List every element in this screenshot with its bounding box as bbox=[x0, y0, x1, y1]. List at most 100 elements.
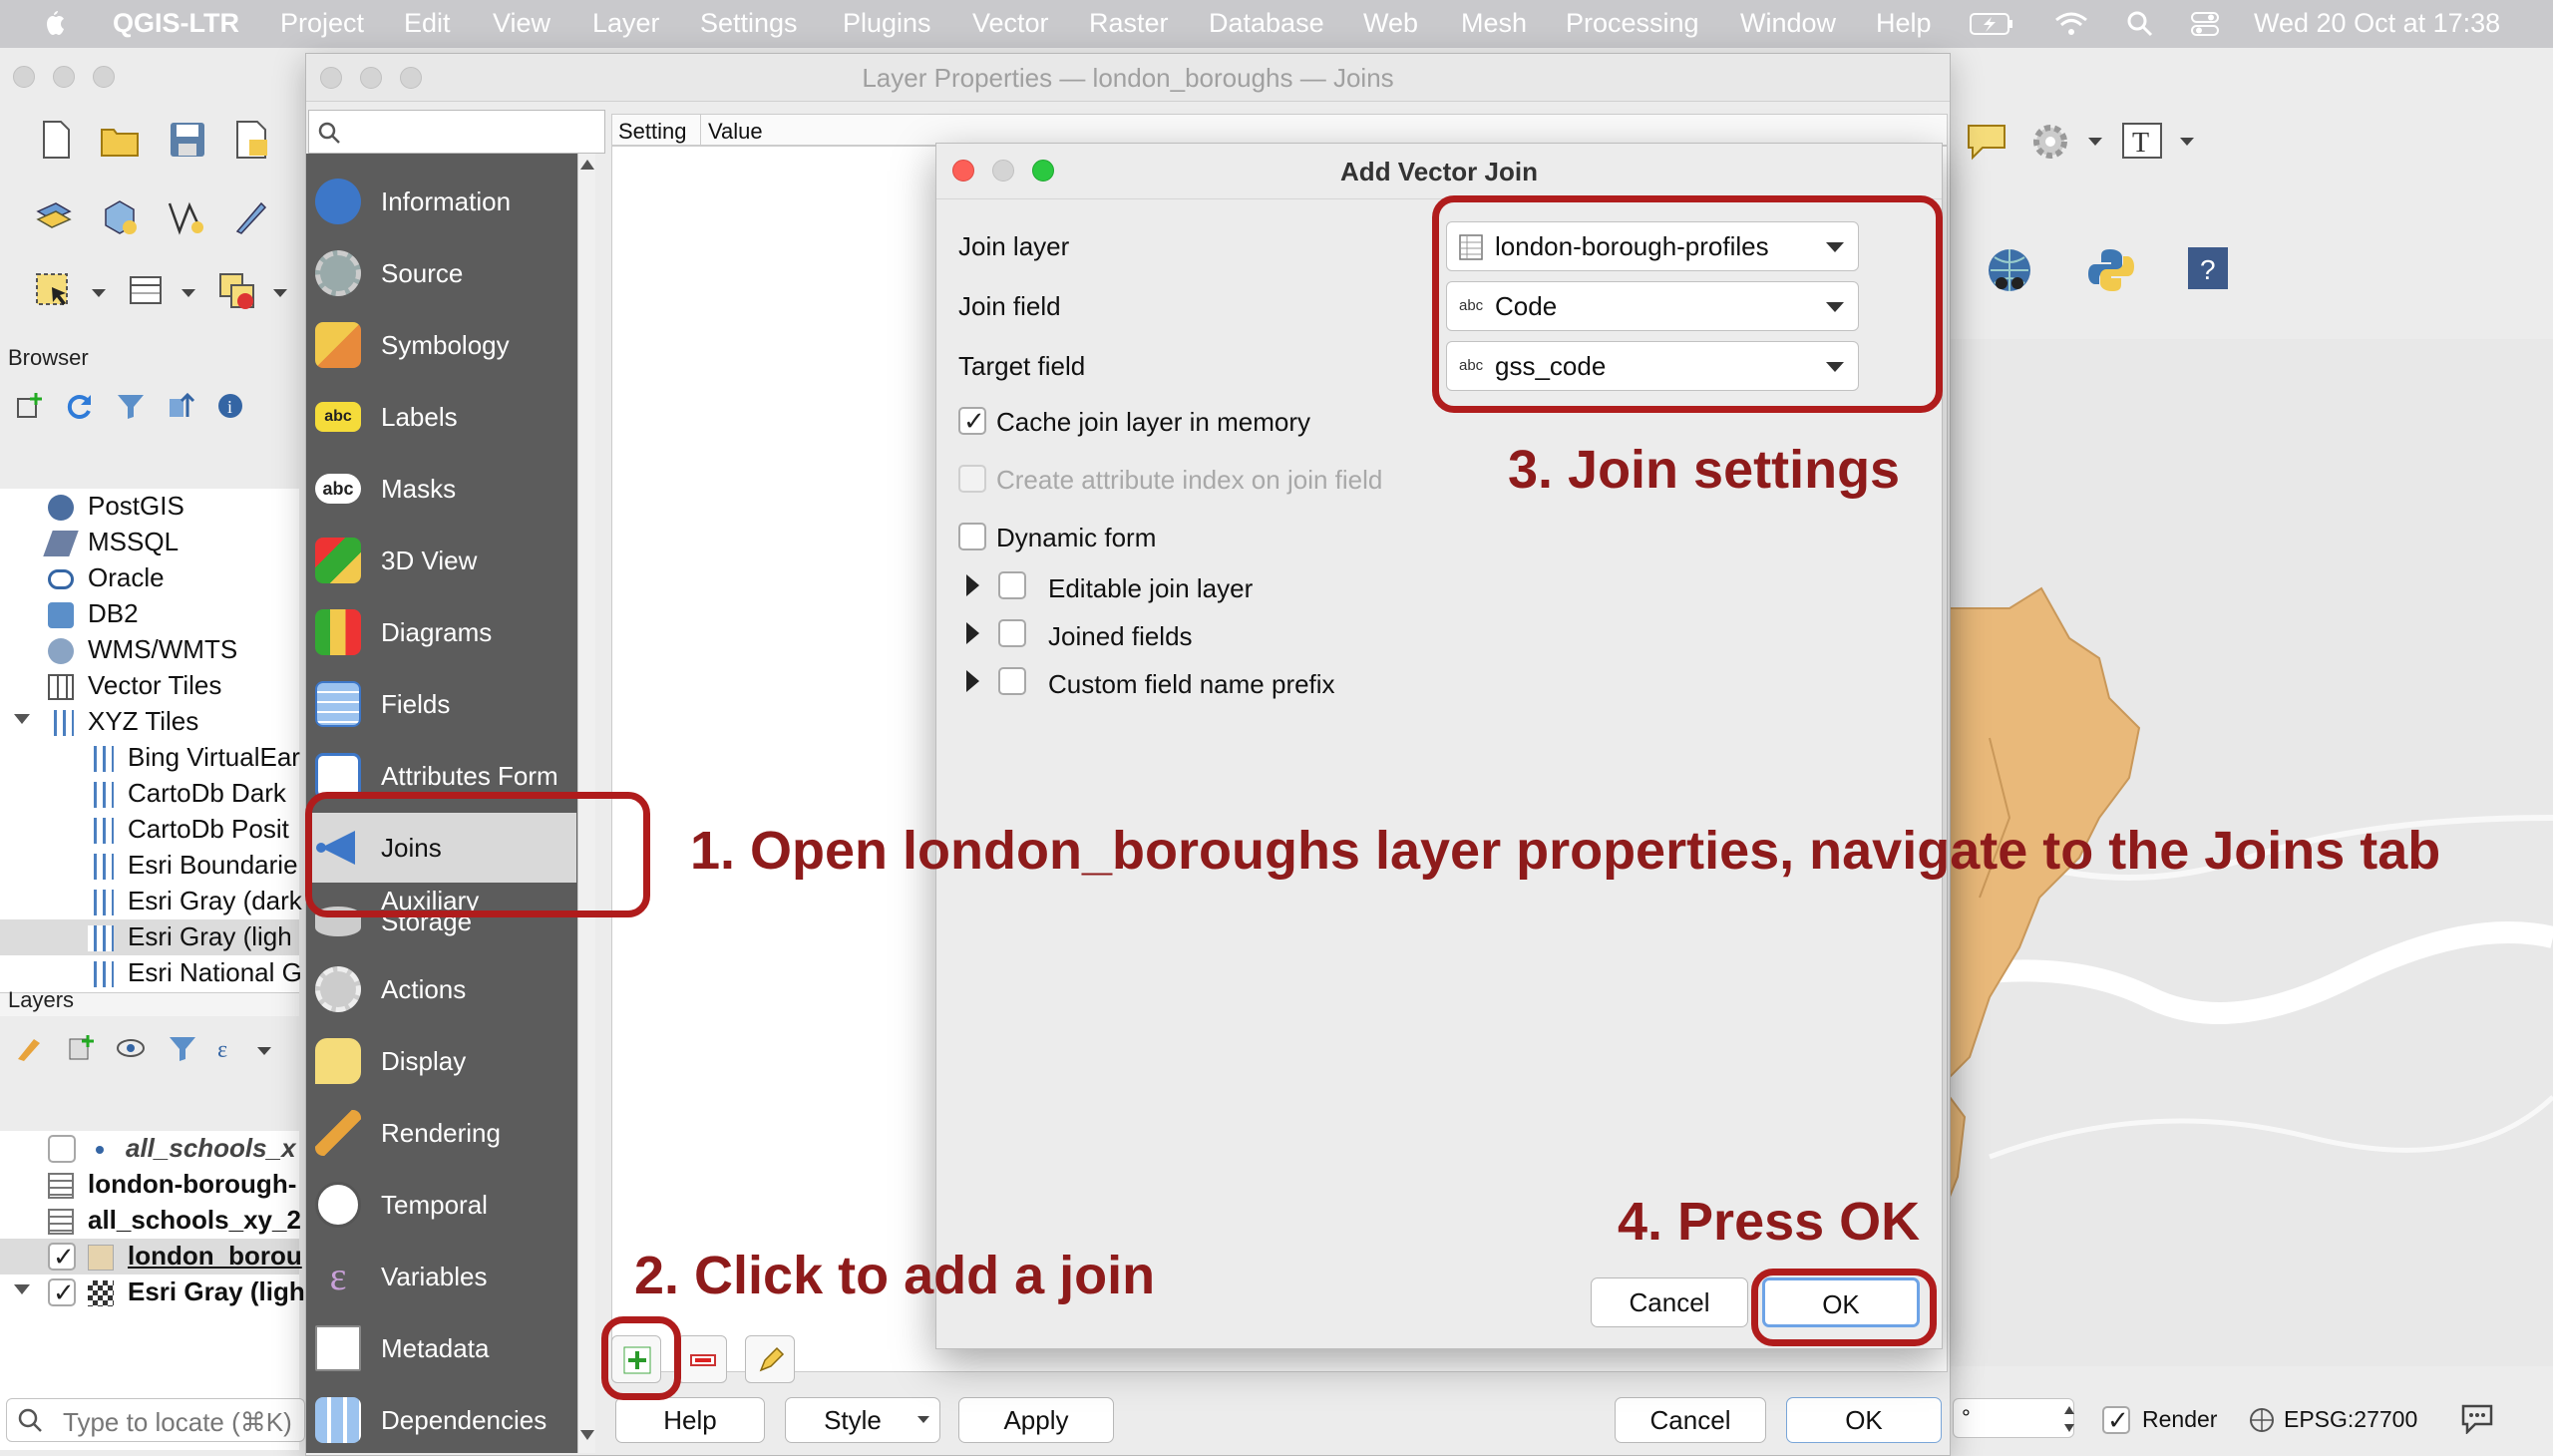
scroll-up-arrow-icon[interactable] bbox=[580, 160, 594, 172]
digitize-vertex-icon[interactable] bbox=[166, 197, 205, 237]
rotation-stepper-icon[interactable] bbox=[2062, 1402, 2076, 1436]
messages-icon[interactable] bbox=[2459, 1402, 2495, 1434]
spotlight-search-icon[interactable] bbox=[2126, 10, 2154, 38]
dynamic-form-checkbox[interactable] bbox=[958, 523, 986, 550]
collapse-all-icon[interactable] bbox=[166, 391, 195, 421]
text-annotation-icon[interactable]: T bbox=[2120, 120, 2166, 166]
sidebar-item-masks[interactable]: abc Masks bbox=[305, 454, 576, 524]
browser-item-postgis[interactable]: PostGIS bbox=[48, 489, 184, 523]
lp-close-button[interactable] bbox=[320, 67, 342, 89]
cache-join-checkbox[interactable] bbox=[958, 406, 986, 437]
sidebar-item-metadata[interactable]: Metadata bbox=[305, 1313, 576, 1383]
sidebar-item-display[interactable]: Display bbox=[305, 1026, 576, 1096]
browser-item-db2[interactable]: DB2 bbox=[48, 596, 139, 630]
menu-plugins[interactable]: Plugins bbox=[843, 8, 931, 39]
layer-item-london-boroughs[interactable]: london_borou bbox=[88, 1239, 302, 1273]
help-button[interactable]: Help bbox=[615, 1397, 765, 1443]
expand-arrow-icon[interactable] bbox=[14, 714, 30, 726]
menu-window[interactable]: Window bbox=[1740, 8, 1836, 39]
lp-zoom-button[interactable] bbox=[400, 67, 422, 89]
layer-item-all-schools-xy[interactable]: all_schools_xy_2 bbox=[48, 1203, 301, 1237]
dialog-minimize-button[interactable] bbox=[992, 160, 1014, 182]
sidebar-item-labels[interactable]: abc Labels bbox=[305, 382, 576, 452]
sidebar-item-diagrams[interactable]: Diagrams bbox=[305, 597, 576, 667]
map-tips-icon[interactable] bbox=[1965, 120, 2010, 166]
main-zoom-button[interactable] bbox=[93, 66, 115, 88]
lp-ok-button[interactable]: OK bbox=[1786, 1397, 1942, 1443]
menu-app-name[interactable]: QGIS-LTR bbox=[113, 8, 239, 39]
sidebar-item-fields[interactable]: Fields bbox=[305, 669, 576, 739]
deselect-features-icon[interactable] bbox=[217, 271, 257, 311]
print-layout-icon[interactable] bbox=[231, 120, 271, 160]
browser-item-esri-national[interactable]: Esri National G bbox=[88, 955, 302, 989]
sidebar-item-actions[interactable]: Actions bbox=[305, 954, 576, 1024]
control-center-icon[interactable] bbox=[2190, 10, 2220, 38]
layer-styling-icon[interactable] bbox=[14, 1033, 44, 1063]
layer-item-all-schools-x[interactable]: all_schools_x bbox=[96, 1131, 296, 1165]
browser-item-esri-boundaries[interactable]: Esri Boundarie bbox=[88, 848, 298, 882]
apple-icon[interactable] bbox=[40, 8, 66, 38]
sidebar-item-variables[interactable]: ε Variables bbox=[305, 1242, 576, 1311]
sidebar-item-dependencies[interactable]: Dependencies bbox=[305, 1385, 576, 1452]
expand-joined-fields-icon[interactable] bbox=[966, 622, 979, 644]
sidebar-item-information[interactable]: Information bbox=[305, 167, 576, 236]
layer-checkbox-all-schools-x[interactable] bbox=[48, 1135, 76, 1163]
menubar-clock[interactable]: Wed 20 Oct at 17:38 bbox=[2254, 8, 2500, 39]
dialog-cancel-button[interactable]: Cancel bbox=[1591, 1277, 1748, 1327]
sidebar-item-temporal[interactable]: Temporal bbox=[305, 1170, 576, 1240]
menu-help[interactable]: Help bbox=[1876, 8, 1932, 39]
column-value[interactable]: Value bbox=[708, 119, 763, 145]
browser-item-vector-tiles[interactable]: Vector Tiles bbox=[48, 668, 221, 702]
menu-mesh[interactable]: Mesh bbox=[1461, 8, 1527, 39]
expand-arrow-icon[interactable] bbox=[14, 1284, 30, 1296]
visibility-eye-icon[interactable] bbox=[116, 1033, 146, 1063]
render-checkbox[interactable] bbox=[2102, 1405, 2130, 1436]
browser-properties-icon[interactable]: i bbox=[215, 391, 245, 421]
browser-item-wms[interactable]: WMS/WMTS bbox=[48, 632, 237, 666]
apply-button[interactable]: Apply bbox=[958, 1397, 1114, 1443]
wifi-icon[interactable] bbox=[2054, 10, 2088, 38]
rotation-input[interactable]: ° bbox=[1953, 1398, 2074, 1438]
joined-fields-checkbox[interactable] bbox=[998, 619, 1026, 647]
deselect-dropdown-arrow-icon[interactable] bbox=[273, 289, 287, 299]
settings-gear-icon[interactable] bbox=[2028, 120, 2074, 166]
annotation-dropdown-arrow-icon[interactable] bbox=[2180, 138, 2194, 148]
remove-join-button[interactable] bbox=[677, 1335, 727, 1383]
python-console-icon[interactable] bbox=[2086, 245, 2136, 295]
new-geopackage-icon[interactable] bbox=[100, 197, 140, 237]
select-features-icon[interactable] bbox=[34, 271, 74, 311]
help-contents-icon[interactable]: ? bbox=[2186, 245, 2230, 291]
add-group-icon[interactable] bbox=[66, 1033, 96, 1063]
main-minimize-button[interactable] bbox=[53, 66, 75, 88]
crs-globe-icon[interactable] bbox=[2248, 1406, 2276, 1434]
column-setting[interactable]: Setting bbox=[618, 119, 687, 145]
layer-item-london-borough-profiles[interactable]: london-borough- bbox=[48, 1167, 296, 1201]
expand-editable-icon[interactable] bbox=[966, 574, 979, 596]
digitize-pen-icon[interactable] bbox=[231, 197, 271, 237]
battery-icon[interactable] bbox=[1970, 12, 2013, 36]
expression-filter-icon[interactable]: ε bbox=[215, 1033, 245, 1063]
custom-prefix-checkbox[interactable] bbox=[998, 667, 1026, 695]
menu-raster[interactable]: Raster bbox=[1089, 8, 1169, 39]
browser-item-xyz-tiles[interactable]: XYZ Tiles bbox=[48, 704, 198, 738]
editable-join-checkbox[interactable] bbox=[998, 571, 1026, 599]
save-project-icon[interactable] bbox=[168, 120, 207, 160]
attribute-index-checkbox[interactable] bbox=[958, 465, 986, 493]
menu-project[interactable]: Project bbox=[280, 8, 364, 39]
locator-bar[interactable]: Type to locate (⌘K) bbox=[6, 1398, 305, 1442]
properties-search-input[interactable] bbox=[308, 110, 605, 154]
sidebar-item-3d-view[interactable]: 3D View bbox=[305, 526, 576, 595]
refresh-icon[interactable] bbox=[64, 391, 94, 421]
gear-dropdown-arrow-icon[interactable] bbox=[2088, 138, 2102, 148]
menu-layer[interactable]: Layer bbox=[592, 8, 660, 39]
style-button[interactable]: Style bbox=[785, 1397, 940, 1443]
browser-item-oracle[interactable]: Oracle bbox=[48, 560, 165, 594]
browser-item-esri-gray-dark[interactable]: Esri Gray (dark bbox=[88, 884, 302, 917]
menu-processing[interactable]: Processing bbox=[1566, 8, 1699, 39]
lp-cancel-button[interactable]: Cancel bbox=[1615, 1397, 1766, 1443]
menu-settings[interactable]: Settings bbox=[700, 8, 798, 39]
dialog-close-button[interactable] bbox=[952, 160, 974, 182]
sidebar-item-source[interactable]: Source bbox=[305, 238, 576, 308]
browser-item-cartodb-dark[interactable]: CartoDb Dark bbox=[88, 776, 286, 810]
dialog-zoom-button[interactable] bbox=[1032, 160, 1054, 182]
